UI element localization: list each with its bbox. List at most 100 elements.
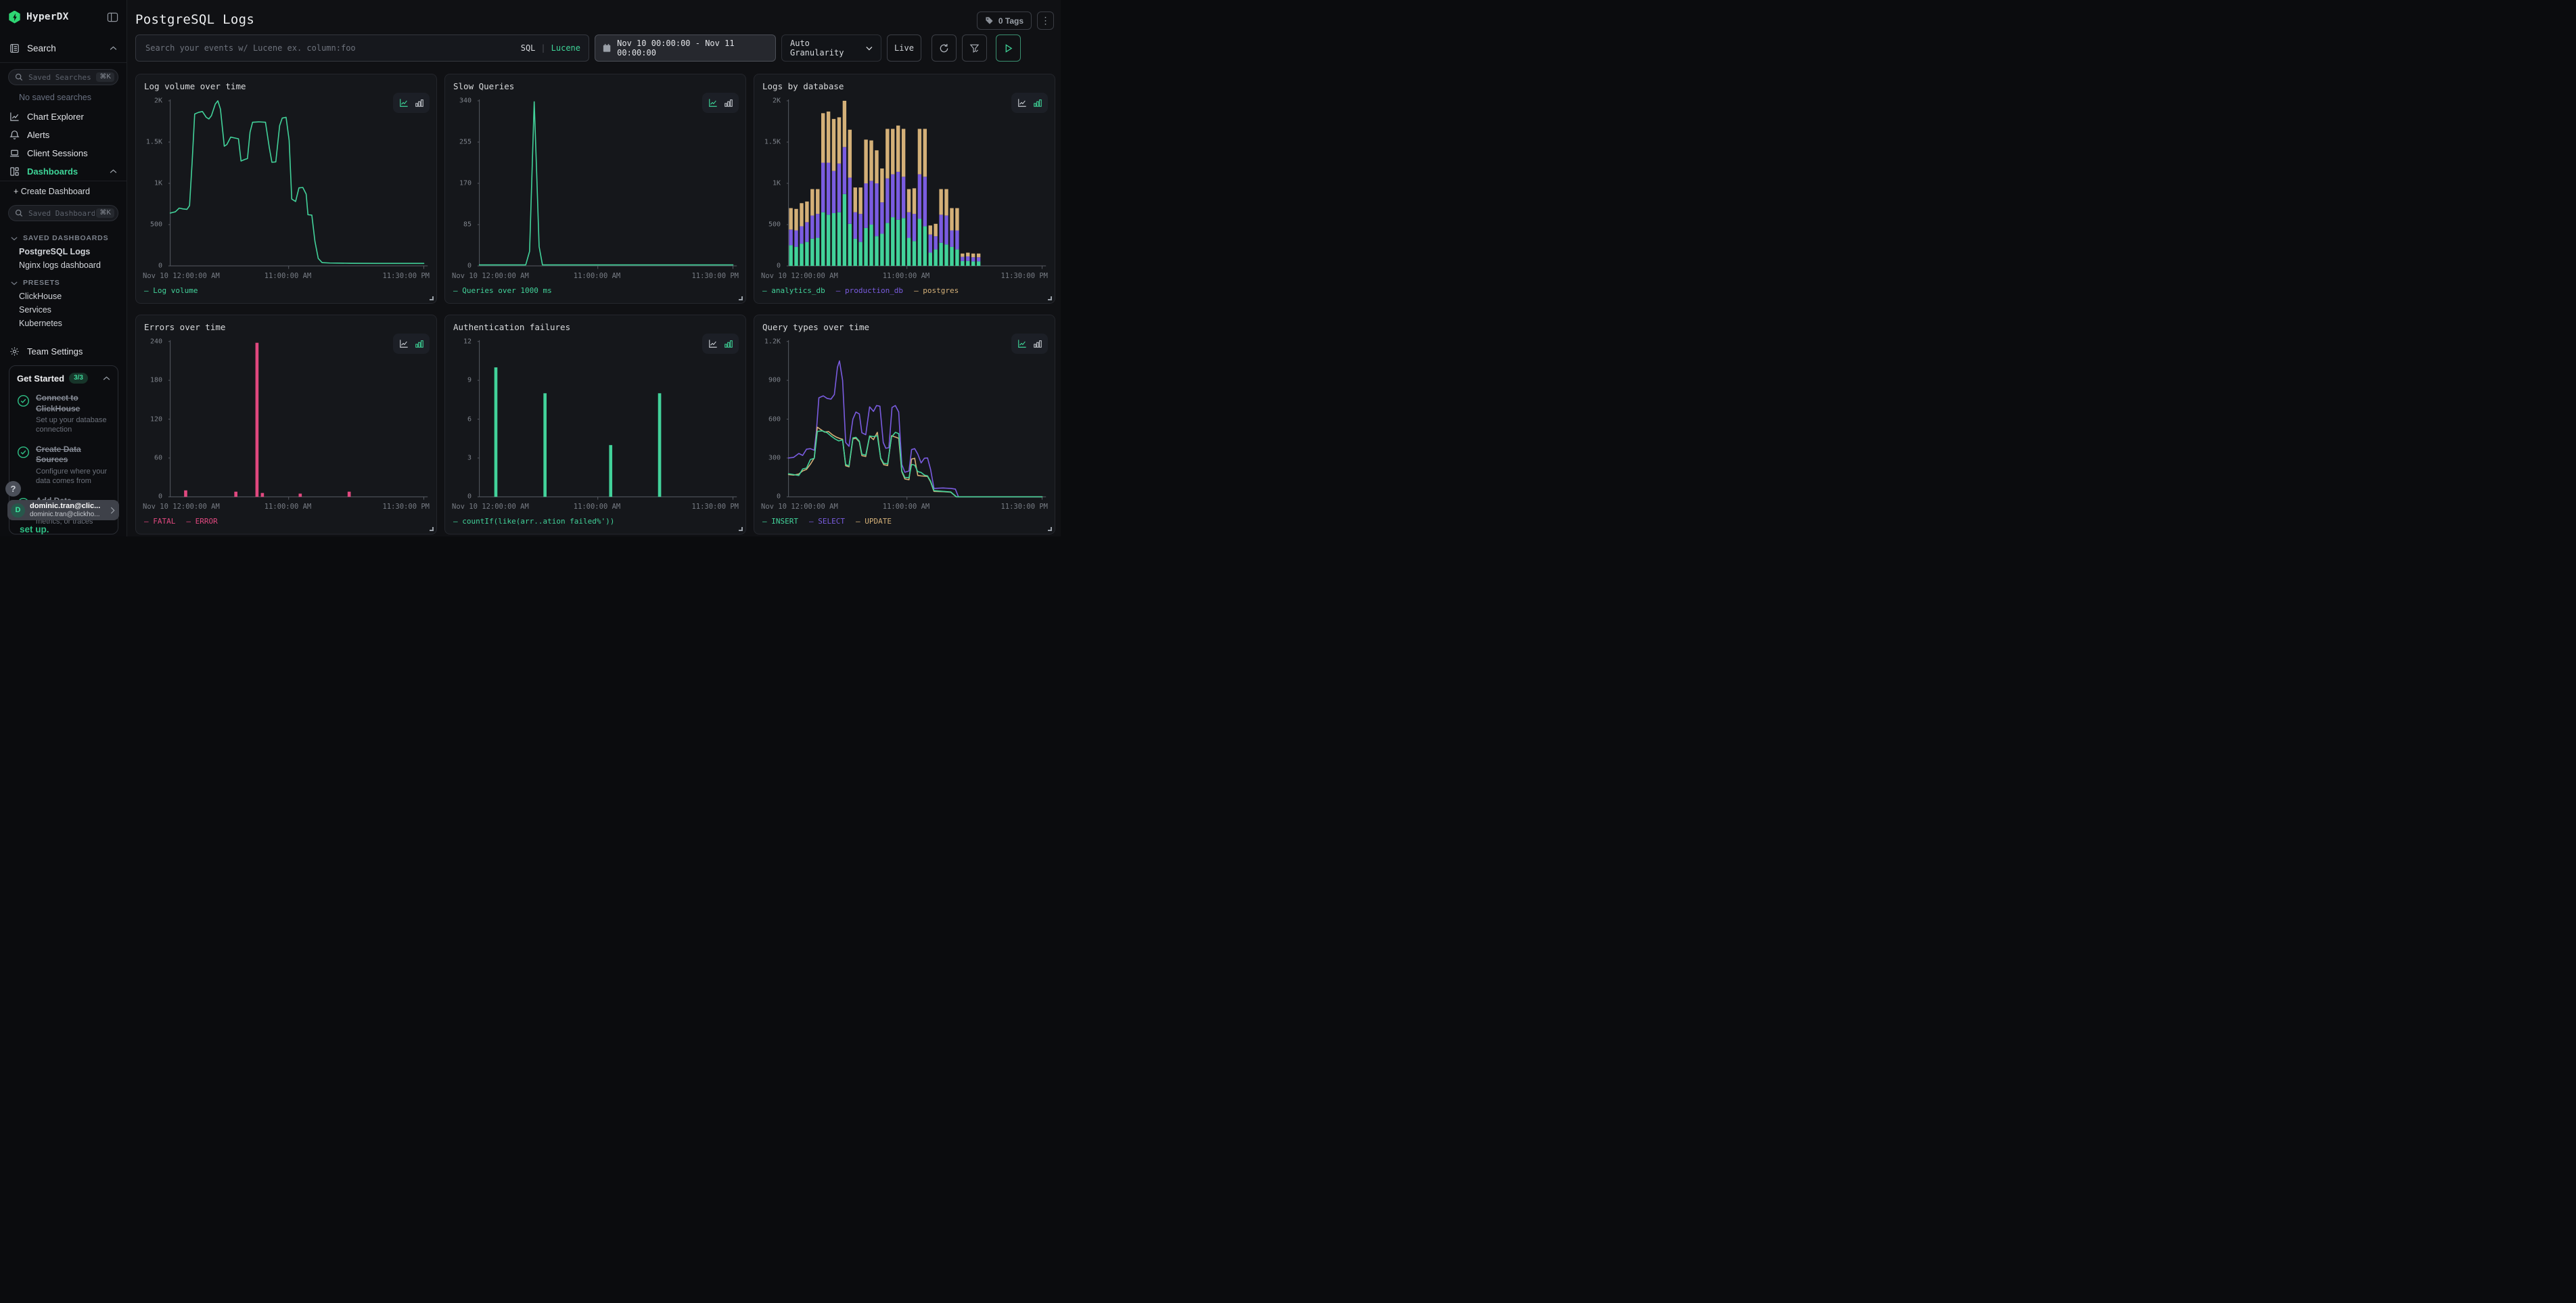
sidebar-item-client-sessions[interactable]: Client Sessions bbox=[0, 144, 127, 162]
sql-toggle[interactable]: SQL bbox=[521, 43, 536, 53]
sidebar-link-kubernetes[interactable]: Kubernetes bbox=[0, 317, 127, 330]
saved-dashboards-search[interactable]: ⌘K bbox=[8, 205, 118, 221]
line-mode-icon[interactable] bbox=[1017, 98, 1027, 108]
y-axis: 2K1.5K1K5000 bbox=[761, 98, 785, 270]
resize-handle[interactable] bbox=[430, 527, 434, 531]
chart-title: Log volume over time bbox=[144, 81, 430, 91]
resize-handle[interactable] bbox=[1048, 527, 1052, 531]
tags-button[interactable]: 0 Tags bbox=[977, 12, 1032, 30]
legend-item[interactable]: — INSERT bbox=[762, 517, 798, 527]
bar-mode-icon[interactable] bbox=[415, 339, 424, 348]
legend-item[interactable]: — postgres bbox=[914, 286, 959, 296]
sidebar-link-services[interactable]: Services bbox=[0, 303, 127, 317]
x-axis-tick-label: 11:30:00 PM bbox=[382, 503, 430, 511]
get-started-item[interactable]: Create Data Sources Configure where your… bbox=[17, 444, 110, 486]
create-dashboard-button[interactable]: + Create Dashboard bbox=[0, 181, 127, 199]
legend-item[interactable]: — countIf(like(arr..ation failed%')) bbox=[453, 517, 614, 527]
line-mode-icon[interactable] bbox=[399, 98, 409, 108]
chart-panel-query-types: Query types over time 1.2K9006003000 Nov… bbox=[754, 315, 1055, 534]
x-axis-tick-label: 11:30:00 PM bbox=[1001, 503, 1048, 511]
legend-item[interactable]: — analytics_db bbox=[762, 286, 825, 296]
resize-handle[interactable] bbox=[739, 527, 743, 531]
chart-legend: — FATAL — ERROR bbox=[144, 517, 430, 527]
legend-item[interactable]: — SELECT bbox=[809, 517, 845, 527]
run-query-button[interactable] bbox=[996, 35, 1021, 62]
sidebar-link-postgresql-logs[interactable]: PostgreSQL Logs bbox=[0, 245, 127, 258]
sidebar-link-clickhouse[interactable]: ClickHouse bbox=[0, 290, 127, 303]
saved-dashboards-input[interactable] bbox=[27, 208, 96, 219]
resize-handle[interactable] bbox=[430, 296, 434, 300]
legend-item[interactable]: — Queries over 1000 ms bbox=[453, 286, 552, 296]
lucene-toggle[interactable]: Lucene bbox=[551, 43, 580, 53]
saved-dashboards-section-header[interactable]: SAVED DASHBOARDS bbox=[0, 227, 127, 245]
line-mode-icon[interactable] bbox=[708, 98, 718, 108]
chevron-up-icon[interactable] bbox=[103, 376, 110, 381]
line-mode-icon[interactable] bbox=[399, 339, 409, 348]
sidebar-item-chart-explorer[interactable]: Chart Explorer bbox=[0, 108, 127, 126]
sidebar-collapse-button[interactable] bbox=[107, 12, 118, 23]
get-started-item-title: Connect to ClickHouse bbox=[36, 393, 110, 414]
sidebar-link-nginx-dashboard[interactable]: Nginx logs dashboard bbox=[0, 258, 127, 272]
legend-item[interactable]: — ERROR bbox=[186, 517, 217, 527]
legend-item[interactable]: — production_db bbox=[836, 286, 903, 296]
kebab-menu-button[interactable]: ⋮ bbox=[1037, 12, 1054, 30]
line-mode-icon[interactable] bbox=[1017, 339, 1027, 348]
refresh-button[interactable] bbox=[932, 35, 957, 62]
chart-canvas[interactable] bbox=[476, 339, 737, 501]
chart-plot: 129630 bbox=[452, 339, 739, 501]
x-axis: Nov 10 12:00:00 AM11:00:00 AM11:30:00 PM bbox=[452, 271, 739, 281]
sidebar-item-team-settings[interactable]: Team Settings bbox=[0, 341, 127, 361]
refresh-icon bbox=[939, 43, 949, 53]
bar-mode-icon[interactable] bbox=[1033, 339, 1042, 348]
sidebar-item-search[interactable]: Search bbox=[0, 34, 127, 62]
chevron-down-icon bbox=[11, 281, 18, 285]
chevron-up-icon bbox=[110, 46, 117, 51]
resize-handle[interactable] bbox=[739, 296, 743, 300]
chart-mode-toggle bbox=[702, 93, 739, 113]
bar-mode-icon[interactable] bbox=[724, 98, 733, 108]
legend-item[interactable]: — UPDATE bbox=[856, 517, 892, 527]
bar-mode-icon[interactable] bbox=[1033, 98, 1042, 108]
chart-panel-logs-by-database: Logs by database 2K1.5K1K5000 Nov 10 12:… bbox=[754, 74, 1055, 304]
chart-canvas[interactable] bbox=[167, 339, 428, 501]
divider bbox=[0, 62, 127, 63]
sidebar-item-alerts[interactable]: Alerts bbox=[0, 126, 127, 144]
get-started-title: Get Started bbox=[17, 373, 64, 384]
legend-item[interactable]: — Log volume bbox=[144, 286, 198, 296]
event-search-input[interactable] bbox=[144, 43, 521, 53]
time-range-picker[interactable]: Nov 10 00:00:00 - Nov 11 00:00:00 bbox=[595, 35, 776, 62]
chart-canvas[interactable] bbox=[167, 98, 428, 270]
bar-mode-icon[interactable] bbox=[724, 339, 733, 348]
bar-mode-icon[interactable] bbox=[415, 98, 424, 108]
gear-icon bbox=[9, 346, 20, 357]
live-button[interactable]: Live bbox=[887, 35, 921, 62]
line-mode-icon[interactable] bbox=[708, 339, 718, 348]
sidebar-item-dashboards[interactable]: Dashboards bbox=[0, 162, 127, 181]
chart-plot: 2K1.5K1K5000 bbox=[143, 98, 430, 270]
chart-legend: — analytics_db — production_db — postgres bbox=[762, 286, 1048, 296]
user-menu[interactable]: D dominic.tran@clic... dominic.tran@clic… bbox=[7, 500, 119, 520]
y-axis-tick-label: 1K bbox=[154, 180, 162, 187]
get-started-item-subtitle: Configure where your data comes from bbox=[36, 467, 110, 486]
get-started-item[interactable]: Connect to ClickHouse Set up your databa… bbox=[17, 393, 110, 435]
chart-canvas[interactable] bbox=[785, 339, 1046, 501]
chart-panel-slow-queries: Slow Queries 340255170850 Nov 10 12:00:0… bbox=[444, 74, 746, 304]
y-axis: 240180120600 bbox=[143, 339, 167, 501]
sidebar-item-label: Alerts bbox=[27, 130, 49, 140]
y-axis-tick-label: 1.2K bbox=[764, 338, 781, 345]
y-axis-tick-label: 500 bbox=[150, 221, 162, 229]
filter-button[interactable] bbox=[962, 35, 987, 62]
chart-canvas[interactable] bbox=[785, 98, 1046, 270]
saved-searches-input[interactable] bbox=[27, 72, 96, 83]
chart-canvas[interactable] bbox=[476, 98, 737, 270]
granularity-select[interactable]: Auto Granularity bbox=[781, 35, 881, 62]
legend-item[interactable]: — FATAL bbox=[144, 517, 175, 527]
chevron-down-icon bbox=[11, 236, 18, 241]
event-search[interactable]: SQL | Lucene bbox=[135, 35, 589, 62]
presets-section-header[interactable]: PRESETS bbox=[0, 272, 127, 290]
main-content: PostgreSQL Logs 0 Tags ⋮ SQL | Lucene No… bbox=[127, 0, 1061, 536]
resize-handle[interactable] bbox=[1048, 296, 1052, 300]
saved-searches-search[interactable]: ⌘K bbox=[8, 69, 118, 85]
help-button[interactable]: ? bbox=[5, 481, 21, 497]
tags-label: 0 Tags bbox=[998, 16, 1024, 26]
